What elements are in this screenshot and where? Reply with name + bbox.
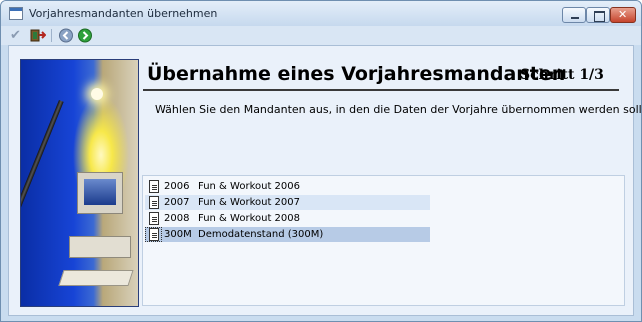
mandant-name: Fun & Workout 2008: [198, 213, 301, 224]
list-item[interactable]: 2008 Fun & Workout 2008: [145, 211, 430, 226]
title-bar[interactable]: Vorjahresmandanten übernehmen: [1, 1, 641, 26]
mandant-code: 2006: [164, 181, 190, 192]
back-button[interactable]: [58, 28, 74, 43]
minimize-button[interactable]: [562, 7, 586, 23]
list-item[interactable]: 2007 Fun & Workout 2007: [145, 195, 430, 210]
document-icon: [149, 180, 159, 193]
confirm-button[interactable]: ✔: [10, 28, 26, 43]
forward-button[interactable]: [77, 28, 93, 43]
check-icon: ✔: [10, 28, 21, 43]
instruction-text: Wählen Sie den Mandanten aus, in den die…: [155, 103, 642, 116]
computer-case: [69, 236, 131, 258]
document-icon: [149, 196, 159, 209]
list-item-selected[interactable]: 300M Demodatenstand (300M): [145, 227, 430, 242]
mandant-list[interactable]: 2006 Fun & Workout 2006 2007 Fun & Worko…: [142, 175, 625, 306]
computer-monitor: [77, 172, 123, 214]
mandant-name: Demodatenstand (300M): [198, 229, 324, 240]
computer-keyboard: [58, 270, 134, 286]
step-indicator: Schritt 1/3: [520, 67, 604, 83]
window-title: Vorjahresmandanten übernehmen: [29, 7, 218, 20]
mandant-code: 2007: [164, 197, 190, 208]
mandant-code: 2008: [164, 213, 190, 224]
mandant-code: 300M: [164, 229, 192, 240]
page-title: Übernahme eines Vorjahresmandanten: [147, 63, 566, 85]
maximize-button[interactable]: [586, 7, 610, 23]
back-icon: [59, 28, 73, 43]
wizard-illustration: [20, 59, 139, 307]
toolbar: ✔: [1, 26, 641, 45]
list-item[interactable]: 2006 Fun & Workout 2006: [145, 179, 430, 194]
wand-glow: [91, 88, 103, 100]
document-icon: [149, 228, 159, 241]
toolbar-separator: [51, 29, 52, 42]
wizard-content: Übernahme eines Vorjahresmandanten Schri…: [8, 45, 641, 316]
heading-divider: [143, 89, 619, 91]
wizard-window: Vorjahresmandanten übernehmen ✔: [0, 0, 642, 322]
window-app-icon: [9, 7, 23, 20]
mandant-name: Fun & Workout 2006: [198, 181, 301, 192]
document-icon: [149, 212, 159, 225]
exit-icon: [30, 29, 47, 42]
forward-icon: [78, 28, 92, 43]
magic-wand: [21, 100, 64, 260]
close-button[interactable]: [610, 7, 636, 23]
exit-button[interactable]: [30, 28, 47, 43]
mandant-name: Fun & Workout 2007: [198, 197, 301, 208]
